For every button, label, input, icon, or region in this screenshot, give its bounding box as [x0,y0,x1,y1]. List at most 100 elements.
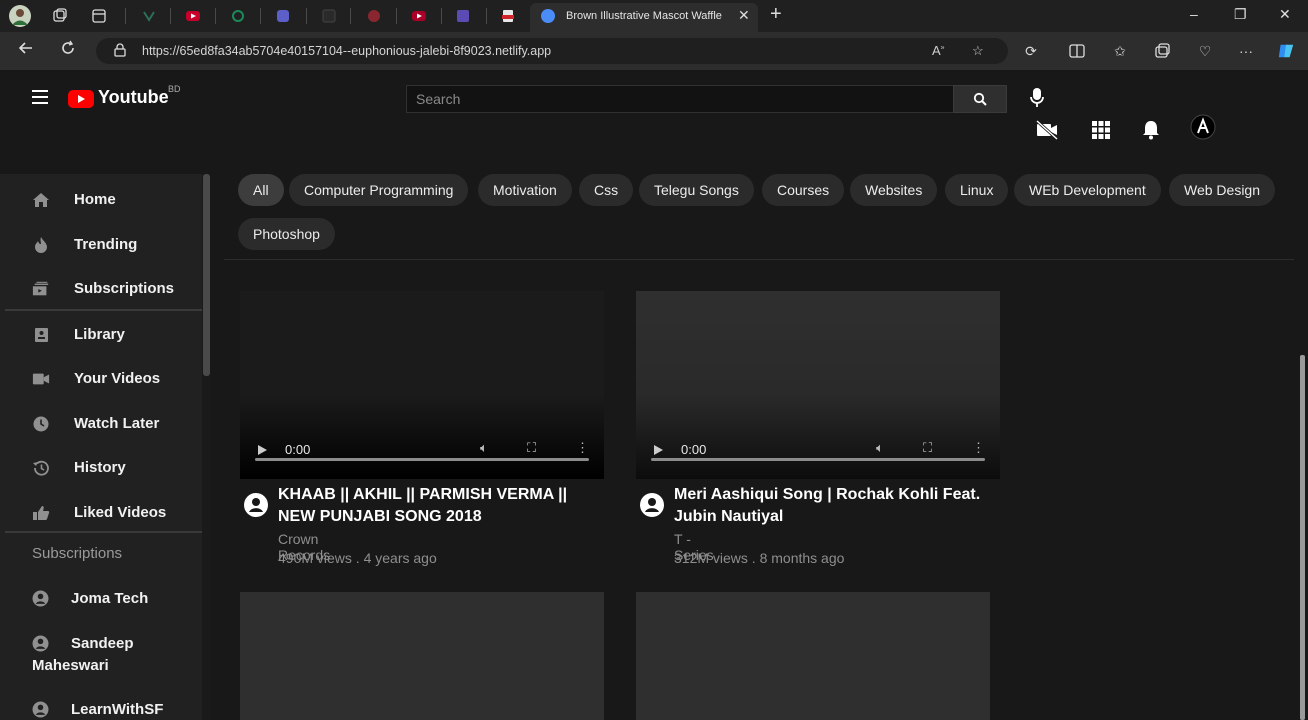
apps-grid-icon[interactable] [1088,117,1114,143]
url-text[interactable]: https://65ed8fa34ab5704e40157104--euphon… [142,44,551,58]
chip-computer-programming[interactable]: Computer Programming [289,174,469,206]
search-input[interactable] [407,86,953,112]
video-player[interactable] [240,592,604,720]
subscription-name: LearnWithSF [71,701,164,718]
create-video-icon[interactable] [1034,117,1060,143]
lock-icon[interactable] [114,43,126,62]
play-icon[interactable] [654,445,663,455]
subscriptions-icon [32,280,50,298]
video-progress-bar[interactable] [651,458,985,461]
tab-separator [396,8,397,24]
teams-tab-icon[interactable] [272,5,294,27]
account-avatar[interactable] [1190,114,1216,140]
chip-courses[interactable]: Courses [762,174,845,206]
video-meta: 490M views . 4 years ago [278,550,437,566]
video-player[interactable]: 0:00 🔈︎ ⛶ ⋮ [636,291,1000,479]
video-player[interactable] [636,592,990,720]
sidebar-item-label: Trending [74,236,138,253]
sidebar-item-label: Subscriptions [74,280,175,297]
workspaces-icon[interactable] [49,5,71,27]
chip-web-design[interactable]: Web Design [1169,174,1276,206]
video-title[interactable]: Meri Aashiqui Song | Rochak Kohli Feat. … [674,484,1004,528]
more-options-icon[interactable]: ⋮ [972,440,985,456]
chip-web-development[interactable]: WEb Development [1014,174,1161,206]
tab-favicon-icon[interactable] [227,5,249,27]
sidebar-item-liked-videos[interactable]: Liked Videos [0,491,202,531]
sidebar-item-library[interactable]: Library [0,313,202,353]
sidebar-item-label: Your Videos [74,370,161,387]
tab-favicon-icon[interactable] [452,5,474,27]
video-progress-bar[interactable] [255,458,589,461]
notifications-bell-icon[interactable] [1138,117,1164,143]
close-tab-icon[interactable]: ✕ [738,7,750,24]
tab-favicon-icon[interactable] [138,5,160,27]
youtube-tab-icon[interactable] [182,5,204,27]
sidebar-divider [5,531,202,533]
restore-button[interactable]: ❐ [1234,6,1247,23]
collections-icon[interactable] [1153,42,1171,60]
tab-favicon-icon[interactable] [363,5,385,27]
sidebar-item-label: Watch Later [74,415,160,432]
play-icon[interactable] [258,445,267,455]
chip-css[interactable]: Css [579,174,634,206]
sidebar-item-home[interactable]: Home [0,178,202,218]
tab-actions-icon[interactable] [88,5,110,27]
fullscreen-icon[interactable]: ⛶ [527,440,536,456]
flame-icon [32,236,50,254]
minimize-button[interactable]: – [1190,6,1198,22]
sidebar-item-watch-later[interactable]: Watch Later [0,402,202,442]
chip-all[interactable]: All [238,174,284,206]
chip-motivation[interactable]: Motivation [478,174,572,206]
youtube-tab-icon[interactable] [408,5,430,27]
subscription-item[interactable]: LearnWithSF [0,701,202,720]
split-screen-icon[interactable] [1068,42,1086,60]
read-aloud-icon[interactable]: A» [932,43,945,58]
sidebar-item-history[interactable]: History [0,446,202,486]
pdf-tab-icon[interactable] [497,5,519,27]
page-scrollbar[interactable] [1300,355,1305,720]
logo-country-code: BD [168,84,181,94]
channel-avatar-icon[interactable] [244,493,268,517]
app-header: Youtube BD [0,70,1294,174]
favorites-icon[interactable]: ✩ [1111,42,1129,60]
sidebar-item-label: Library [74,326,125,343]
subscription-item[interactable]: Sandeep Maheswari [0,635,202,681]
reload-button[interactable] [60,40,76,61]
back-button[interactable] [18,40,34,61]
sidebar-item-trending[interactable]: Trending [0,223,202,263]
volume-icon[interactable]: 🔈︎ [480,440,488,456]
search-button[interactable] [953,85,1007,113]
channel-avatar-icon[interactable] [640,493,664,517]
video-title[interactable]: KHAAB || AKHIL || PARMISH VERMA || NEW P… [278,484,608,528]
scrollbar-thumb[interactable] [203,174,210,376]
new-tab-button[interactable]: + [770,3,782,26]
sidebar-item-your-videos[interactable]: Your Videos [0,357,202,397]
profile-avatar[interactable] [9,5,31,27]
video-player[interactable]: 0:00 🔈︎ ⛶ ⋮ [240,291,604,479]
tab-active[interactable]: Brown Illustrative Mascot Waffle ✕ [530,3,758,32]
search-box [406,85,954,113]
copilot-icon[interactable] [1277,42,1295,60]
favorite-star-icon[interactable]: ☆ [972,43,984,59]
address-bar[interactable]: https://65ed8fa34ab5704e40157104--euphon… [96,38,1008,64]
microphone-icon[interactable] [1024,85,1050,111]
close-window-button[interactable]: ✕ [1279,6,1291,23]
subscription-item[interactable]: Joma Tech [0,590,202,614]
menu-icon[interactable] [32,90,48,104]
youtube-logo-icon[interactable] [68,90,94,108]
chip-websites[interactable]: Websites [850,174,938,206]
more-options-icon[interactable]: ⋮ [576,440,589,456]
chip-telegu-songs[interactable]: Telegu Songs [639,174,754,206]
fullscreen-icon[interactable]: ⛶ [923,440,932,456]
chip-photoshop[interactable]: Photoshop [238,218,335,250]
logo-text[interactable]: Youtube [98,87,169,108]
sidebar-scrollbar[interactable] [202,174,210,720]
video-time: 0:00 [285,442,311,457]
more-options-icon[interactable]: ··· [1237,42,1255,60]
volume-icon[interactable]: 🔈︎ [876,440,884,456]
extensions-icon[interactable]: ⟳ [1022,42,1040,60]
sidebar-item-subscriptions[interactable]: Subscriptions [0,267,202,307]
chip-linux[interactable]: Linux [945,174,1009,206]
performance-heart-icon[interactable]: ♡ [1196,42,1214,60]
tab-favicon-icon[interactable] [318,5,340,27]
